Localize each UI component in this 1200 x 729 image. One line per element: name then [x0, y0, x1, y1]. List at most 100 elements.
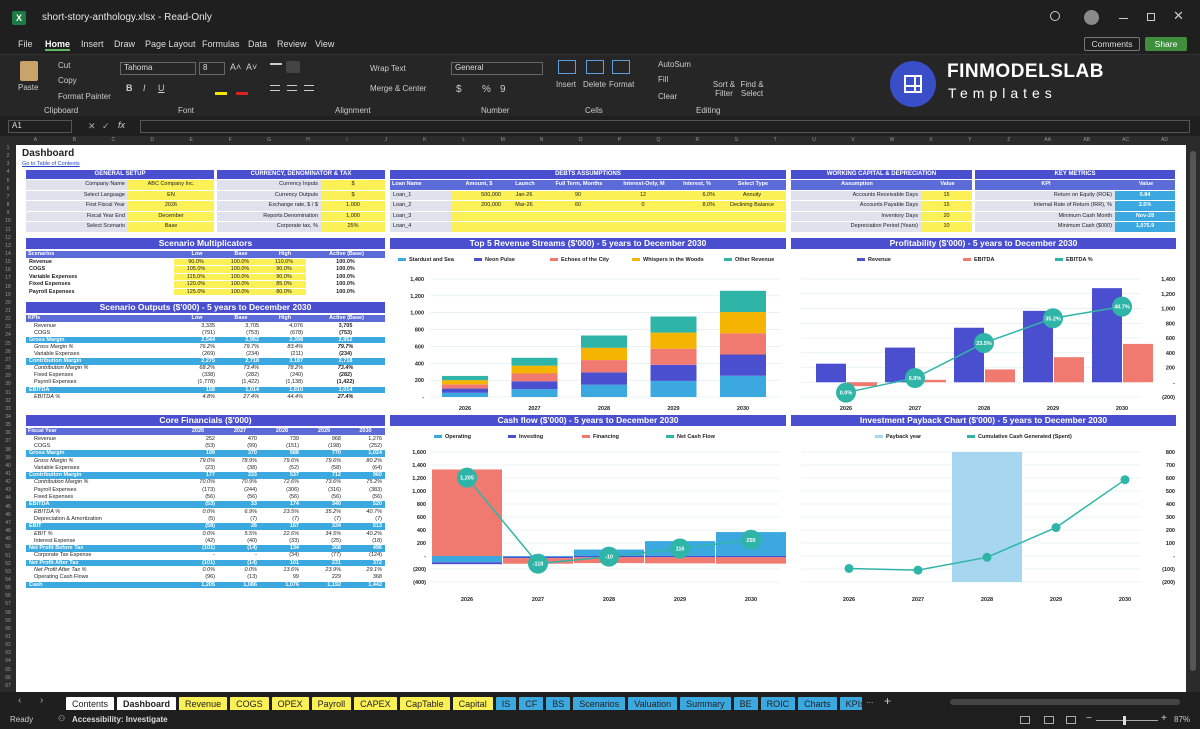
column-header[interactable]: O	[561, 137, 600, 143]
row-header[interactable]: 27	[0, 357, 16, 363]
shrink-font-icon[interactable]: A˅	[246, 62, 257, 72]
sheet-tab[interactable]: Payroll	[311, 697, 352, 710]
paste-button[interactable]: Paste	[18, 83, 38, 92]
row-header[interactable]: 59	[0, 618, 16, 624]
row-header[interactable]: 5	[0, 178, 16, 184]
search-icon[interactable]	[1050, 11, 1060, 21]
cancel-icon[interactable]: ✕	[88, 121, 96, 132]
avatar[interactable]	[1084, 10, 1099, 25]
row-header[interactable]: 40	[0, 463, 16, 469]
row-header[interactable]: 61	[0, 634, 16, 640]
column-header[interactable]: A	[16, 137, 55, 143]
comma-style-icon[interactable]: 9	[500, 84, 506, 95]
sheet-tab[interactable]: CAPEX	[354, 697, 397, 710]
row-header[interactable]: 10	[0, 218, 16, 224]
column-header[interactable]: Y	[950, 137, 989, 143]
fill-color-icon[interactable]	[215, 92, 227, 95]
column-header[interactable]: S	[717, 137, 756, 143]
sheet-tab[interactable]: Dashboard	[117, 697, 177, 710]
align-top-icon[interactable]	[270, 63, 282, 72]
worksheet-grid[interactable]: A B C D E F G H I J K L M N O P Q R S T U V W X Y Z AA AB AC AD 12345…	[0, 136, 1200, 692]
cut-button[interactable]: Cut	[58, 61, 70, 70]
row-header[interactable]: 32	[0, 398, 16, 404]
formula-input[interactable]	[140, 120, 1190, 133]
confirm-icon[interactable]: ✓	[102, 121, 110, 132]
row-header[interactable]: 4	[0, 169, 16, 175]
row-header[interactable]: 25	[0, 341, 16, 347]
row-header[interactable]: 26	[0, 349, 16, 355]
fill-button[interactable]: Fill	[658, 75, 668, 84]
sort-filter-button[interactable]: Sort & Filter	[712, 80, 736, 98]
percent-icon[interactable]: %	[482, 84, 491, 95]
autosum-button[interactable]: AutoSum	[658, 60, 691, 69]
row-header[interactable]: 17	[0, 275, 16, 281]
vertical-scrollbar[interactable]	[1186, 145, 1200, 692]
sheet-tab[interactable]: CapTable	[399, 697, 450, 710]
row-header[interactable]: 20	[0, 300, 16, 306]
column-header[interactable]: Q	[639, 137, 678, 143]
zoom-slider[interactable]	[1096, 716, 1158, 725]
menu-view[interactable]: View	[315, 39, 334, 49]
zoom-out-icon[interactable]: −	[1086, 713, 1092, 724]
align-middle-icon[interactable]	[286, 61, 300, 73]
add-sheet-button[interactable]: +	[884, 694, 891, 708]
zoom-slider-thumb[interactable]	[1123, 716, 1126, 725]
row-header[interactable]: 37	[0, 438, 16, 444]
row-header[interactable]: 29	[0, 373, 16, 379]
column-header[interactable]: C	[94, 137, 133, 143]
column-header[interactable]: D	[133, 137, 172, 143]
column-header[interactable]: AB	[1067, 137, 1106, 143]
row-header[interactable]: 14	[0, 251, 16, 257]
row-header[interactable]: 23	[0, 324, 16, 330]
sheet-tab[interactable]: KPIs	[839, 697, 862, 710]
row-header[interactable]: 41	[0, 471, 16, 477]
align-center-icon[interactable]	[287, 85, 297, 91]
page-break-view-icon[interactable]	[1066, 716, 1076, 724]
row-header[interactable]: 1	[0, 145, 16, 151]
sheet-tab[interactable]: IS	[495, 697, 517, 710]
sheet-tab[interactable]: Summary	[680, 697, 731, 710]
column-header[interactable]: U	[795, 137, 834, 143]
row-header[interactable]: 3	[0, 161, 16, 167]
delete-cells-icon[interactable]	[586, 60, 604, 74]
column-header[interactable]: N	[522, 137, 561, 143]
sheet-tab[interactable]: Capital	[452, 697, 493, 710]
bold-icon[interactable]: B	[126, 83, 133, 93]
column-header[interactable]: AC	[1106, 137, 1145, 143]
sheet-tab[interactable]: ROIC	[760, 697, 796, 710]
menu-file[interactable]: File	[18, 39, 33, 49]
row-header[interactable]: 42	[0, 479, 16, 485]
row-header[interactable]: 47	[0, 520, 16, 526]
merge-center-button[interactable]: Merge & Center	[370, 84, 426, 93]
delete-button[interactable]: Delete	[583, 80, 606, 89]
sheet-tab[interactable]: BS	[546, 697, 571, 710]
row-header[interactable]: 8	[0, 202, 16, 208]
horizontal-scrollbar[interactable]	[950, 699, 1180, 705]
sheet-tab[interactable]: OPEX	[271, 697, 309, 710]
row-header[interactable]: 13	[0, 243, 16, 249]
column-header[interactable]: H	[289, 137, 328, 143]
page-layout-view-icon[interactable]	[1044, 716, 1054, 724]
font-size-select[interactable]: 8	[199, 62, 225, 75]
row-header[interactable]: 35	[0, 422, 16, 428]
row-header[interactable]: 62	[0, 642, 16, 648]
font-name-select[interactable]: Tahoma	[120, 62, 196, 75]
accessibility-status[interactable]: Accessibility: Investigate	[72, 715, 168, 724]
row-header[interactable]: 34	[0, 414, 16, 420]
close-icon[interactable]: ✕	[1173, 8, 1184, 24]
menu-review[interactable]: Review	[277, 39, 307, 49]
tab-more-button[interactable]: ...	[866, 695, 874, 705]
row-header[interactable]: 63	[0, 650, 16, 656]
column-header[interactable]: W	[873, 137, 912, 143]
number-format-select[interactable]: General	[451, 62, 543, 75]
row-header[interactable]: 12	[0, 235, 16, 241]
share-button[interactable]: Share	[1145, 37, 1187, 51]
row-header[interactable]: 2	[0, 153, 16, 159]
row-header[interactable]: 11	[0, 227, 16, 233]
row-header[interactable]: 54	[0, 577, 16, 583]
row-header[interactable]: 50	[0, 544, 16, 550]
row-header[interactable]: 48	[0, 528, 16, 534]
sheet-tab[interactable]: Scenarios	[573, 697, 626, 710]
row-header[interactable]: 38	[0, 447, 16, 453]
row-header[interactable]: 49	[0, 536, 16, 542]
